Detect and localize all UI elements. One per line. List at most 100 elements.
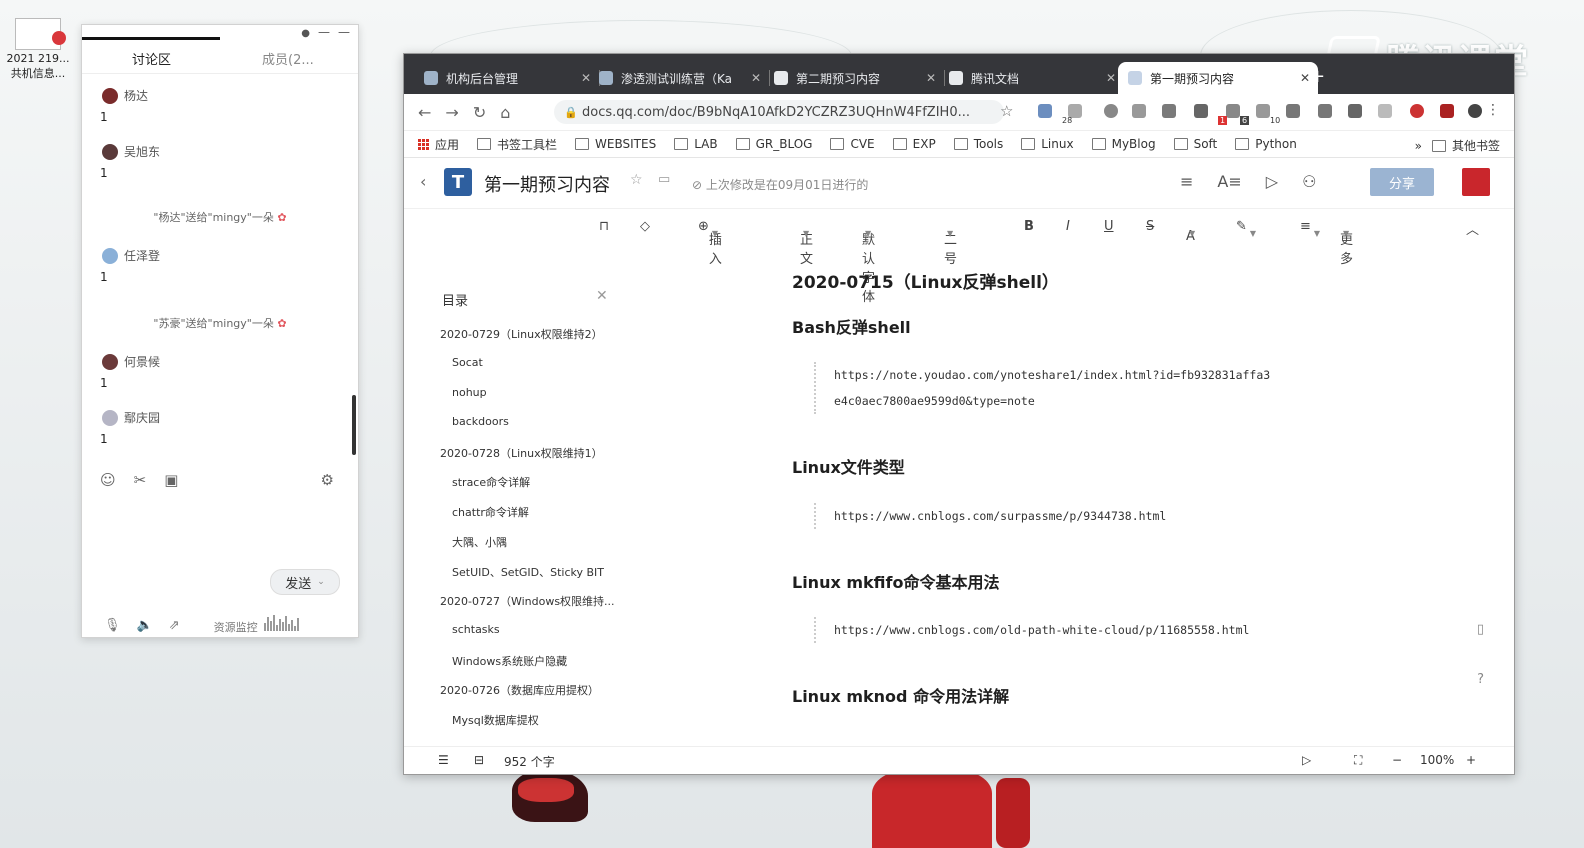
text-format-icon[interactable]: A≡ [1217,172,1241,191]
extension-icon[interactable] [1440,104,1454,118]
desktop-shortcut[interactable]: 2021 219... 共机信息... [6,18,70,81]
fullscreen-icon[interactable]: ⛶ [1354,753,1362,768]
document-title[interactable]: 第一期预习内容 [484,171,610,197]
outline-item[interactable]: schtasks [452,623,500,636]
present-icon[interactable]: ▷ [1266,172,1278,191]
outline-item[interactable]: 大隅、小隅 [452,534,507,550]
italic-button[interactable]: I [1066,219,1070,234]
bold-button[interactable]: B [1024,219,1034,234]
browser-tab[interactable]: 机构后台管理 ✕ [414,62,600,94]
outline-item[interactable]: 2020-0727（Windows权限维持... [440,593,615,609]
profile-icon[interactable] [1468,104,1482,118]
emoji-icon[interactable]: ☺ [100,471,116,489]
extension-icon[interactable] [1162,104,1176,118]
share-screen-icon[interactable]: ⇗ [169,618,180,633]
extension-icon[interactable] [1410,104,1424,118]
collaborators-icon[interactable]: ⚇ [1302,172,1316,191]
device-preview-icon[interactable]: ▯ [1477,622,1484,637]
chevron-down-icon[interactable]: ⌄ [317,577,325,587]
share-button[interactable]: 分享 [1370,168,1434,196]
help-icon[interactable]: ? [1477,672,1484,687]
forward-arrow-icon[interactable]: → [445,103,458,122]
extension-icon[interactable] [1194,104,1208,118]
play-icon[interactable]: ▷ [1302,753,1311,767]
address-bar[interactable]: 🔒 docs.qq.com/doc/B9bNqA10AfkD2YCZRZ3UQH… [554,100,1004,124]
star-icon[interactable]: ☆ [630,172,643,188]
speaker-icon[interactable]: 🔈 [137,618,153,633]
outline-item[interactable]: chattr命令详解 [452,504,529,520]
close-tab-icon[interactable]: ✕ [1106,71,1116,85]
close-tab-icon[interactable]: ✕ [1300,71,1310,85]
browser-tab[interactable]: 渗透测试训练营（Ka ✕ [589,62,770,94]
zoom-out-icon[interactable]: − [1392,753,1402,767]
code-link[interactable]: https://www.cnblogs.com/surpassme/p/9344… [834,503,1166,529]
outline-item[interactable]: strace命令详解 [452,474,530,490]
insert-menu[interactable]: ⊕ 插入 ▼ [698,219,722,267]
browser-tab-active[interactable]: 第一期预习内容 ✕ [1118,62,1318,94]
send-button[interactable]: 发送 ⌄ [270,569,340,595]
more-bookmarks-icon[interactable]: » [1415,139,1422,153]
code-link[interactable]: https://note.youdao.com/ynoteshare1/inde… [834,362,1270,388]
bookmark-folder[interactable]: Linux [1021,137,1074,151]
other-bookmarks[interactable]: 其他书签 [1431,137,1500,154]
outline-item[interactable]: Mysql数据库提权 [452,712,539,728]
close-tab-icon[interactable]: ✕ [751,71,761,85]
outline-item[interactable]: backdoors [452,415,509,428]
image-icon[interactable]: ▣ [164,471,178,489]
strikethrough-button[interactable]: S [1146,219,1154,234]
extension-icon[interactable] [1378,104,1392,118]
eraser-icon[interactable]: ◇ [640,219,650,234]
bookmark-apps[interactable]: 应用 [435,136,459,153]
mic-icon[interactable]: ● [301,28,310,39]
browser-tab[interactable]: 腾讯文档 ✕ [939,62,1124,94]
browser-menu-icon[interactable]: ⋮ [1486,102,1500,118]
extension-icon[interactable] [1104,104,1118,118]
bookmark-folder[interactable]: Python [1235,137,1297,151]
back-arrow-icon[interactable]: ← [418,103,431,122]
collapse-toolbar-icon[interactable]: ︿ [1466,219,1479,238]
code-link[interactable]: https://www.cnblogs.com/old-path-white-c… [834,617,1249,643]
outline-item[interactable]: 2020-0729（Linux权限维持2） [440,326,603,342]
reload-icon[interactable]: ↻ [473,103,486,122]
outline-item[interactable]: SetUID、SetGID、Sticky BIT [452,564,604,580]
browser-tab[interactable]: 第二期预习内容 ✕ [764,62,945,94]
highlight-icon[interactable]: ✎ ▼ [1236,219,1256,238]
microphone-icon[interactable]: 🎙 [104,618,121,633]
outline-item[interactable]: Socat [452,356,483,369]
extension-icon[interactable] [1318,104,1332,118]
page-layout-icon[interactable]: ⊟ [474,753,484,767]
code-block[interactable]: https://www.cnblogs.com/surpassme/p/9344… [814,503,1166,529]
back-icon[interactable]: ‹ [420,172,426,191]
outline-item[interactable]: nohup [452,386,487,399]
tab-members[interactable]: 成员(2... [262,49,314,68]
extension-icon[interactable] [1038,104,1052,118]
menu-icon[interactable]: ≡ [1180,172,1193,191]
bookmark-folder[interactable]: CVE [830,137,875,151]
bookmark-folder[interactable]: WEBSITES [575,137,656,151]
close-icon[interactable]: — [338,25,350,39]
align-icon[interactable]: ≡ ▼ [1300,219,1320,238]
close-outline-icon[interactable]: ✕ [596,288,608,304]
minimize-icon[interactable]: — [318,25,330,39]
underline-button[interactable]: U [1104,219,1114,234]
code-link[interactable]: e4c0aec7800ae9599d0&type=note [834,388,1270,414]
extension-icon[interactable] [1286,104,1300,118]
outline-item[interactable]: Windows系统账户隐藏 [452,653,567,669]
extension-icon[interactable] [1132,104,1146,118]
zoom-level[interactable]: 100% [1420,753,1454,767]
code-block[interactable]: https://note.youdao.com/ynoteshare1/inde… [814,362,1270,414]
resource-monitor[interactable]: 资源监控 [214,615,300,635]
format-painter-icon[interactable]: ⊓ [599,219,609,234]
tencent-docs-logo-icon[interactable]: T [444,168,472,196]
extension-icon[interactable] [1256,104,1270,118]
code-block[interactable]: https://www.cnblogs.com/old-path-white-c… [814,617,1249,643]
tab-discussion[interactable]: 讨论区 [132,49,171,68]
outline-toggle-icon[interactable]: ☰ [438,753,449,767]
extension-icon[interactable] [1348,104,1362,118]
bookmark-folder[interactable]: GR_BLOG [735,137,812,151]
bookmark-folder[interactable]: Tools [953,137,1003,151]
outline-item[interactable]: 2020-0726（数据库应用提权） [440,682,599,698]
scrollbar[interactable] [352,395,356,455]
move-folder-icon[interactable]: ▭ [658,172,670,187]
new-tab-icon[interactable]: + [1310,66,1325,87]
